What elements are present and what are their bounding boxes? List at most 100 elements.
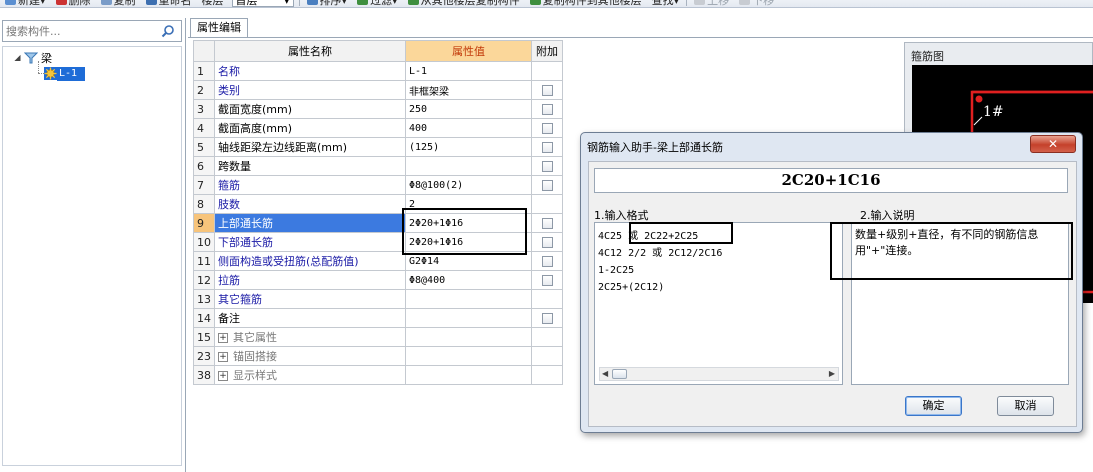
- attach-checkbox[interactable]: [541, 313, 553, 324]
- property-value-cell[interactable]: Φ8@400: [405, 270, 532, 290]
- property-name-cell[interactable]: 下部通长筋: [214, 232, 406, 252]
- property-row[interactable]: 2 类别 非框架梁: [193, 80, 563, 100]
- attach-checkbox[interactable]: [541, 161, 553, 172]
- find-button[interactable]: 查找▾: [647, 0, 685, 7]
- attach-checkbox[interactable]: [541, 180, 553, 191]
- component-tree: ◢ 梁 L-1: [2, 46, 182, 466]
- property-value-cell[interactable]: 250: [405, 99, 532, 119]
- tree-node-l1[interactable]: L-1: [44, 66, 86, 81]
- property-row[interactable]: 13 其它箍筋: [193, 289, 563, 309]
- copy-to-floor-button[interactable]: 复制构件到其他楼层: [525, 0, 647, 7]
- attach-checkbox[interactable]: [541, 104, 553, 115]
- format-list-item[interactable]: 1-2C25: [598, 263, 634, 279]
- floor-label: 楼层: [201, 0, 224, 7]
- property-value-cell[interactable]: Φ8@100(2): [405, 175, 532, 195]
- property-value-cell[interactable]: [405, 327, 532, 347]
- property-name-cell[interactable]: 截面高度(mm): [214, 118, 406, 138]
- sort-button[interactable]: 排序▾: [302, 0, 353, 7]
- move-down-icon: [739, 0, 751, 5]
- close-icon: ✕: [1047, 137, 1059, 151]
- property-value-cell[interactable]: (125): [405, 137, 532, 157]
- attach-checkbox[interactable]: [541, 142, 553, 153]
- attach-checkbox[interactable]: [541, 256, 553, 267]
- floor-select-value: 首层: [235, 0, 258, 7]
- property-value-cell[interactable]: 非框架梁: [405, 80, 532, 100]
- move-down-button[interactable]: 下移: [734, 0, 779, 7]
- property-name-cell[interactable]: 跨数量: [214, 156, 406, 176]
- property-value-cell[interactable]: [405, 308, 532, 328]
- search-button[interactable]: [155, 21, 181, 41]
- property-value-cell[interactable]: [405, 289, 532, 309]
- property-name-cell[interactable]: 上部通长筋: [214, 213, 406, 233]
- attach-checkbox[interactable]: [541, 123, 553, 134]
- property-name-cell[interactable]: 轴线距梁左边线距离(mm): [214, 137, 406, 157]
- rename-button[interactable]: 重命名: [141, 0, 197, 7]
- component-tree-panel: ◢ 梁 L-1: [0, 18, 186, 472]
- chevron-down-icon: ▾: [284, 0, 290, 7]
- format-list-item[interactable]: 2C25+(2C12): [598, 280, 664, 296]
- search-input[interactable]: [3, 22, 153, 40]
- expand-plus-icon[interactable]: +: [218, 352, 228, 362]
- tab-property-edit[interactable]: 属性编辑: [190, 18, 248, 37]
- property-name-cell[interactable]: 拉筋: [214, 270, 406, 290]
- attach-checkbox[interactable]: [541, 218, 553, 229]
- property-name-cell[interactable]: + 其它属性: [214, 327, 406, 347]
- property-name-cell[interactable]: 侧面构造或受扭筋(总配筋值): [214, 251, 406, 271]
- delete-button[interactable]: 删除: [51, 0, 96, 7]
- attach-cell: [531, 251, 563, 271]
- attach-checkbox[interactable]: [541, 237, 553, 248]
- property-row[interactable]: 14 备注: [193, 308, 563, 328]
- move-up-button[interactable]: 上移: [689, 0, 734, 7]
- copy-button[interactable]: 复制: [96, 0, 141, 7]
- floor-select[interactable]: 首层 ▾: [231, 0, 294, 7]
- property-row[interactable]: 15 + 其它属性: [193, 327, 563, 347]
- row-number: 3: [193, 99, 215, 119]
- property-name-cell[interactable]: 名称: [214, 61, 406, 81]
- property-name-cell[interactable]: 类别: [214, 80, 406, 100]
- property-name-cell[interactable]: 其它箍筋: [214, 289, 406, 309]
- property-value-cell[interactable]: 400: [405, 118, 532, 138]
- property-name-cell[interactable]: 截面宽度(mm): [214, 99, 406, 119]
- attach-checkbox[interactable]: [541, 85, 553, 96]
- rename-icon: [145, 0, 157, 5]
- property-name-cell[interactable]: + 锚固搭接: [214, 346, 406, 366]
- format-list[interactable]: 4C25 或 2C22+2C25 4C12 2/2 或 2C12/2C16 1-…: [594, 222, 843, 385]
- property-value-cell[interactable]: [405, 346, 532, 366]
- property-row[interactable]: 38 + 显示样式: [193, 365, 563, 385]
- expand-plus-icon[interactable]: +: [218, 333, 228, 343]
- property-value-cell[interactable]: [405, 156, 532, 176]
- ok-button[interactable]: 确定: [905, 396, 962, 416]
- property-row[interactable]: 23 + 锚固搭接: [193, 346, 563, 366]
- property-value-cell[interactable]: [405, 365, 532, 385]
- attach-cell: [531, 327, 563, 347]
- expand-plus-icon[interactable]: +: [218, 371, 228, 381]
- property-name-cell[interactable]: 备注: [214, 308, 406, 328]
- property-row[interactable]: 7 箍筋 Φ8@100(2): [193, 175, 563, 195]
- scroll-right-icon[interactable]: ▶: [829, 368, 835, 380]
- dialog-close-button[interactable]: ✕: [1030, 135, 1076, 153]
- property-row[interactable]: 6 跨数量: [193, 156, 563, 176]
- format-list-scrollbar[interactable]: ◀ ▶: [599, 367, 839, 381]
- property-row[interactable]: 12 拉筋 Φ8@400: [193, 270, 563, 290]
- new-button[interactable]: 新建▾: [0, 0, 51, 7]
- property-name-cell[interactable]: + 显示样式: [214, 365, 406, 385]
- copy-from-floor-button[interactable]: 从其他楼层复制构件: [403, 0, 525, 7]
- property-row[interactable]: 3 截面宽度(mm) 250: [193, 99, 563, 119]
- formula-field[interactable]: 2C20+1C16: [594, 168, 1068, 193]
- scroll-thumb[interactable]: [612, 369, 627, 379]
- attach-checkbox[interactable]: [541, 275, 553, 286]
- tree-node-beam[interactable]: ◢ 梁: [13, 50, 52, 65]
- scroll-left-icon[interactable]: ◀: [602, 368, 608, 380]
- property-name-cell[interactable]: 肢数: [214, 194, 406, 214]
- format-list-item[interactable]: 4C12 2/2 或 2C12/2C16: [598, 246, 722, 262]
- property-row[interactable]: 5 轴线距梁左边线距离(mm) (125): [193, 137, 563, 157]
- property-value-cell[interactable]: L-1: [405, 61, 532, 81]
- row-number: 4: [193, 118, 215, 138]
- collapse-triangle-icon[interactable]: ◢: [13, 53, 22, 62]
- property-name-cell[interactable]: 箍筋: [214, 175, 406, 195]
- property-row[interactable]: 1 名称 L-1: [193, 61, 563, 81]
- cancel-button[interactable]: 取消: [997, 396, 1054, 416]
- filter-label: 过滤▾: [370, 0, 398, 7]
- property-row[interactable]: 4 截面高度(mm) 400: [193, 118, 563, 138]
- filter-button[interactable]: 过滤▾: [352, 0, 403, 7]
